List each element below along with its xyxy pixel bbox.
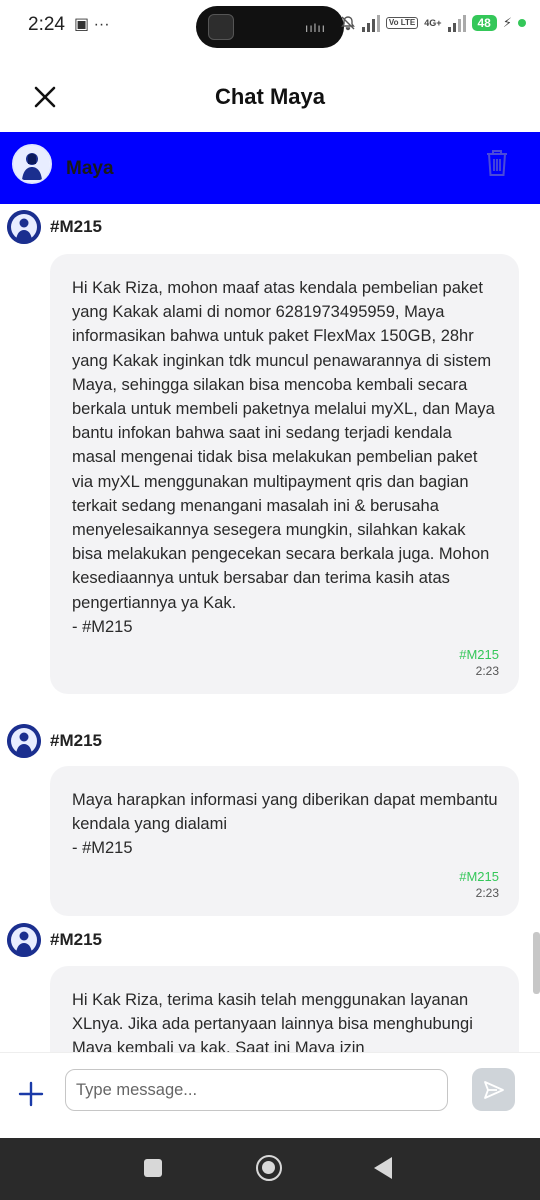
system-nav-bar [0, 1138, 540, 1200]
message-time: 2:23 [475, 885, 499, 900]
message-input[interactable] [65, 1069, 448, 1111]
sender-name: #M215 [50, 731, 102, 750]
avatar [7, 210, 41, 244]
app-header: Chat Maya [0, 54, 540, 132]
composer [0, 1052, 540, 1138]
agent-name: Maya [66, 158, 114, 179]
message-text: Hi Kak Riza, terima kasih telah mengguna… [72, 991, 473, 1052]
send-button[interactable] [472, 1068, 515, 1111]
send-icon [483, 1080, 504, 1099]
message-text: Hi Kak Riza, mohon maaf atas kendala pem… [72, 279, 495, 636]
message-header: #M215 [7, 210, 102, 244]
status-time: 2:24 [28, 14, 65, 35]
message-bubble: Hi Kak Riza, mohon maaf atas kendala pem… [50, 254, 519, 695]
dynamic-island: ıılıı [196, 6, 344, 48]
message-header: #M215 [7, 724, 102, 758]
sender-name: #M215 [50, 217, 102, 236]
volte-icon: Vo LTE [385, 17, 419, 29]
chat-list[interactable]: #M215 Hi Kak Riza, mohon maaf atas kenda… [0, 204, 540, 1052]
message-time: 2:23 [475, 664, 499, 679]
sender-name: #M215 [50, 930, 102, 949]
message-bubble: Hi Kak Riza, terima kasih telah mengguna… [50, 966, 519, 1052]
message-tag: #M215 [459, 868, 499, 884]
notification-icons: ▣ ··· [74, 16, 110, 33]
plus-icon[interactable] [18, 1081, 44, 1107]
home-icon[interactable] [256, 1155, 282, 1181]
app-icon [208, 14, 234, 40]
media-bars-icon: ıılıı [304, 21, 326, 35]
avatar [7, 724, 41, 758]
avatar [7, 923, 41, 957]
trash-icon[interactable] [484, 148, 510, 178]
avatar [12, 144, 52, 184]
recents-icon[interactable] [144, 1159, 162, 1177]
notifications-off-icon [340, 16, 355, 31]
status-bar: 2:24 ▣ ··· ıılıı Vo LTE 4G+ 48 ⚡ [0, 0, 540, 54]
system-icons: Vo LTE 4G+ 48 ⚡ [340, 14, 526, 32]
signal-icon [447, 14, 466, 32]
charging-icon: ⚡ [502, 15, 512, 30]
message-text: Maya harapkan informasi yang diberikan d… [72, 791, 498, 858]
scrollbar[interactable] [533, 932, 540, 994]
privacy-dot-icon [518, 19, 526, 27]
agent-bar: Maya [0, 132, 540, 204]
message-bubble: Maya harapkan informasi yang diberikan d… [50, 766, 519, 916]
message-header: #M215 [7, 923, 102, 957]
signal-icon [361, 14, 380, 32]
page-title: Chat Maya [214, 84, 326, 109]
battery-icon: 48 [471, 15, 497, 31]
back-icon[interactable] [374, 1157, 392, 1179]
network-type: 4G+ [424, 17, 442, 28]
message-tag: #M215 [459, 647, 499, 663]
